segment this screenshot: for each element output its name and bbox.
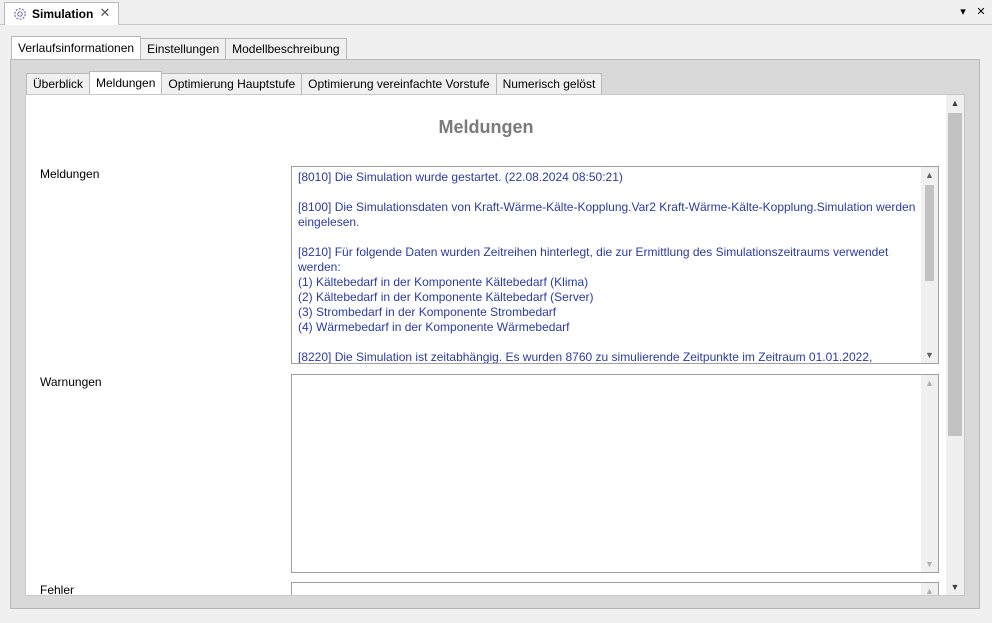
tab-optimierung-hauptstufe[interactable]: Optimierung Hauptstufe xyxy=(161,73,303,94)
message-line xyxy=(298,185,916,200)
message-line: [8220] Die Simulation ist zeitabhängig. … xyxy=(298,350,873,364)
message-line: [8010] Die Simulation wurde gestartet. (… xyxy=(298,170,623,184)
tab-modellbeschreibung[interactable]: Modellbeschreibung xyxy=(225,38,347,59)
message-line: (4) Wärmebedarf in der Komponente Wärmeb… xyxy=(298,320,570,334)
view-menu-icon[interactable]: ▾ xyxy=(956,4,970,18)
close-view-icon[interactable]: ✕ xyxy=(974,4,988,18)
message-line: (3) Strombedarf in der Komponente Stromb… xyxy=(298,305,557,319)
page-scroll-thumb[interactable] xyxy=(948,113,962,436)
message-line: (1) Kältebedarf in der Komponente Kälteb… xyxy=(298,275,589,289)
message-line: (2) Kältebedarf in der Komponente Kälteb… xyxy=(298,290,594,304)
fehler-scrollbar[interactable]: ▲ xyxy=(921,583,938,595)
view-tab-bar: Simulation ✕ ▾ ✕ xyxy=(0,0,992,25)
chevron-up-icon[interactable]: ▲ xyxy=(946,95,964,111)
warnungen-label: Warnungen xyxy=(40,375,102,389)
inner-tab-strip: Überblick Meldungen Optimierung Hauptstu… xyxy=(26,71,603,95)
page-title: Meldungen xyxy=(438,117,534,137)
message-line: [8100] Die Simulationsdaten von Kraft-Wä… xyxy=(298,200,916,229)
gear-icon xyxy=(13,7,27,21)
view-tab-simulation[interactable]: Simulation ✕ xyxy=(4,2,119,25)
chevron-up-icon[interactable]: ▲ xyxy=(921,583,938,595)
warnungen-scrollbar[interactable]: ▲ ▼ xyxy=(921,375,938,572)
page-scrollbar[interactable]: ▲ ▼ xyxy=(946,95,964,595)
view-actions: ▾ ✕ xyxy=(956,4,988,18)
fehler-label: Fehler xyxy=(40,583,75,596)
chevron-up-icon[interactable]: ▲ xyxy=(921,375,938,391)
messages-list: [8010] Die Simulation wurde gestartet. (… xyxy=(298,170,916,364)
meldungen-scrollbar[interactable]: ▲ ▼ xyxy=(921,167,938,363)
meldungen-panel: Meldungen Meldungen [8010] Die Simulatio… xyxy=(25,94,965,596)
view-tab-title: Simulation xyxy=(32,7,94,21)
tab-einstellungen[interactable]: Einstellungen xyxy=(140,38,227,59)
warnungen-textbox[interactable]: ▲ ▼ xyxy=(291,374,939,573)
chevron-down-icon[interactable]: ▼ xyxy=(946,579,964,595)
message-line xyxy=(298,230,916,245)
fehler-textbox[interactable]: ▲ xyxy=(291,582,939,595)
tab-numerisch-geloest[interactable]: Numerisch gelöst xyxy=(495,73,603,94)
chevron-down-icon[interactable]: ▼ xyxy=(921,556,938,572)
close-icon[interactable]: ✕ xyxy=(98,5,112,20)
chevron-up-icon[interactable]: ▲ xyxy=(921,167,938,183)
meldungen-textbox[interactable]: [8010] Die Simulation wurde gestartet. (… xyxy=(291,166,939,364)
message-line xyxy=(298,335,916,350)
chevron-down-icon[interactable]: ▼ xyxy=(921,347,938,363)
meldungen-label: Meldungen xyxy=(40,167,100,181)
message-line: [8210] Für folgende Daten wurden Zeitrei… xyxy=(298,245,889,274)
outer-tab-strip: Verlaufsinformationen Einstellungen Mode… xyxy=(11,36,347,60)
scroll-thumb[interactable] xyxy=(925,185,934,281)
tab-ueberblick[interactable]: Überblick xyxy=(26,73,91,94)
tab-meldungen[interactable]: Meldungen xyxy=(89,71,163,94)
tab-optimierung-vereinfachte-vorstufe[interactable]: Optimierung vereinfachte Vorstufe xyxy=(301,73,497,94)
tab-verlaufsinformationen[interactable]: Verlaufsinformationen xyxy=(11,36,142,59)
